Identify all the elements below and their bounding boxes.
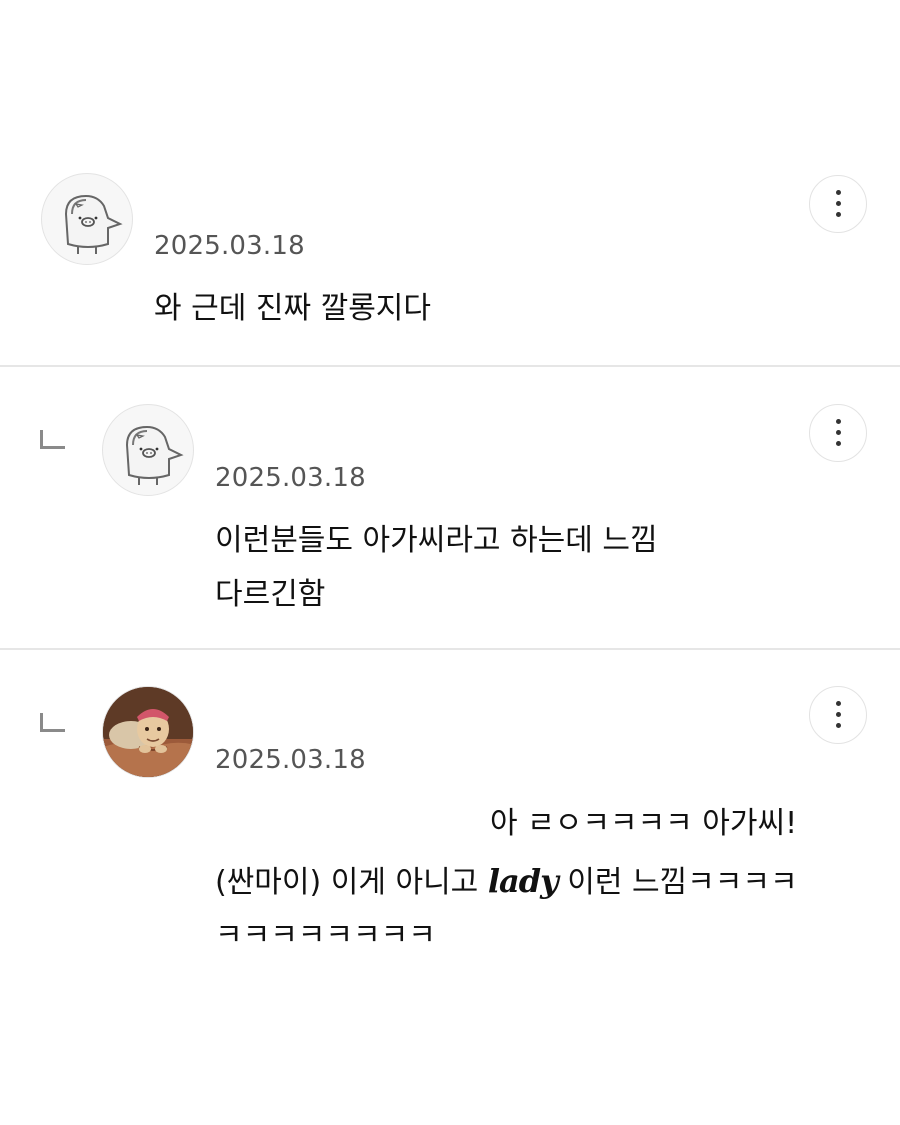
more-options-button[interactable] <box>809 404 867 462</box>
comment-text-line: 이런분들도 아가씨라고 하는데 느낌 <box>215 523 658 558</box>
lady-script-word: lady <box>487 862 559 900</box>
comment-item-reply: 2025.03.18 이런분들도 아가씨라고 하는데 느낌 다르긴함 <box>0 367 900 649</box>
more-options-button[interactable] <box>809 686 867 744</box>
more-vertical-icon <box>836 419 841 424</box>
old-lady-in-bed-avatar-icon <box>103 687 193 777</box>
comment-item-reply: 2025.03.18 아 ㄹㅇㅋㅋㅋㅋ 아가씨! (싼마이) 이게 아니고 la… <box>0 650 900 1125</box>
comment-text-line: 와 근데 진짜 깔롱지다 <box>154 291 432 326</box>
comment-text-line: ㅋㅋㅋㅋㅋㅋㅋㅋ <box>215 918 436 953</box>
penguin-pig-avatar-icon <box>64 194 123 254</box>
more-options-button[interactable] <box>809 175 867 233</box>
comment-text-segment: 이런 느낌ㅋㅋㅋㅋ <box>557 865 798 900</box>
penguin-pig-avatar-icon <box>125 425 184 485</box>
comment-text-segment: (싼마이) 이게 아니고 <box>215 865 488 900</box>
comment-text-line: 아 ㄹㅇㅋㅋㅋㅋ 아가씨! <box>490 806 798 841</box>
user-avatar[interactable] <box>102 404 194 496</box>
comment-text-line: 다르긴함 <box>215 577 326 612</box>
comment-text-line: (싼마이) 이게 아니고 lady 이런 느낌ㅋㅋㅋㅋ <box>215 853 798 911</box>
user-avatar[interactable] <box>102 686 194 778</box>
reply-arrow-icon <box>40 430 65 449</box>
user-avatar[interactable] <box>41 173 133 265</box>
comment-date: 2025.03.18 <box>215 463 366 493</box>
more-vertical-icon <box>836 190 841 195</box>
comment-item: 2025.03.18 와 근데 진짜 깔롱지다 <box>0 0 900 366</box>
comment-date: 2025.03.18 <box>215 745 366 775</box>
more-vertical-icon <box>836 701 841 706</box>
reply-arrow-icon <box>40 713 65 732</box>
comment-date: 2025.03.18 <box>154 231 305 261</box>
